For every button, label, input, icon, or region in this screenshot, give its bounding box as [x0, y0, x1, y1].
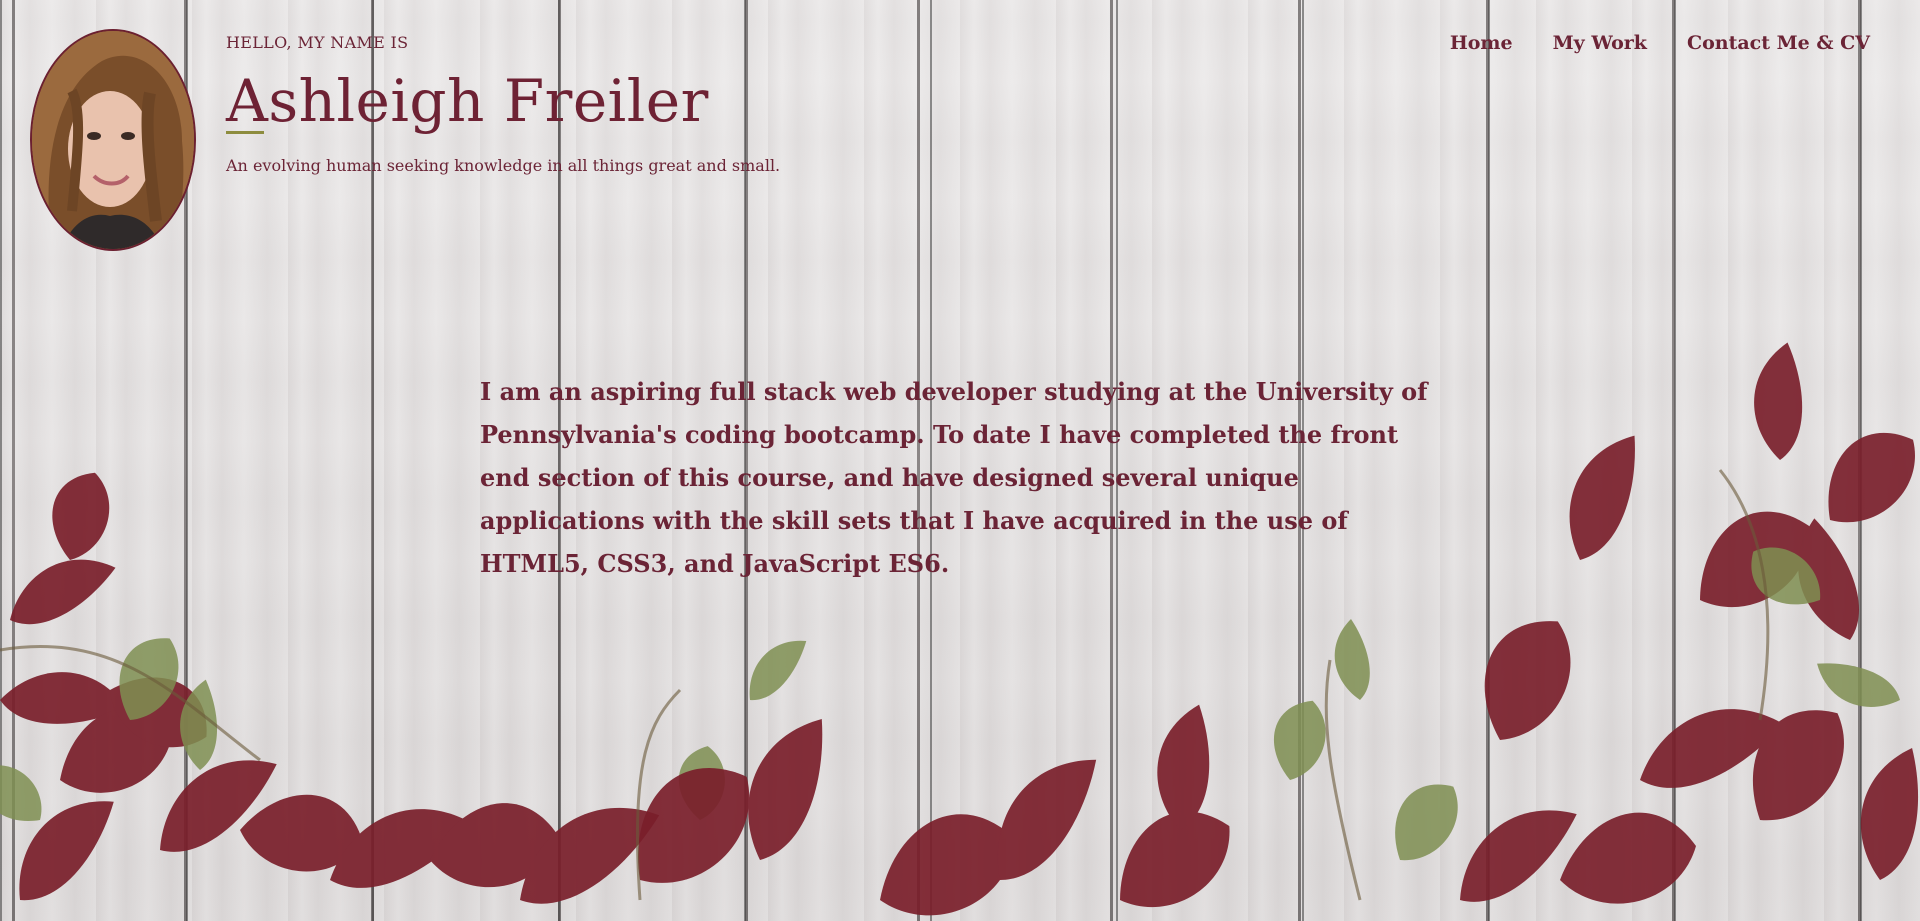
tagline: An evolving human seeking knowledge in a…	[226, 156, 781, 175]
nav-link-my-work[interactable]: My Work	[1553, 32, 1647, 54]
nav-link-home[interactable]: Home	[1450, 32, 1513, 54]
bio-paragraph: I am an aspiring full stack web develope…	[480, 377, 1428, 578]
name-underline-accent	[226, 131, 264, 134]
page: HELLO, MY NAME IS Ashleigh Freiler An ev…	[0, 0, 1920, 921]
page-title: Ashleigh Freiler	[226, 67, 709, 135]
top-navigation: Home My Work Contact Me & CV	[1450, 32, 1870, 54]
greeting-text: HELLO, MY NAME IS	[226, 33, 409, 52]
nav-link-contact-cv[interactable]: Contact Me & CV	[1687, 32, 1870, 54]
avatar	[30, 29, 196, 251]
